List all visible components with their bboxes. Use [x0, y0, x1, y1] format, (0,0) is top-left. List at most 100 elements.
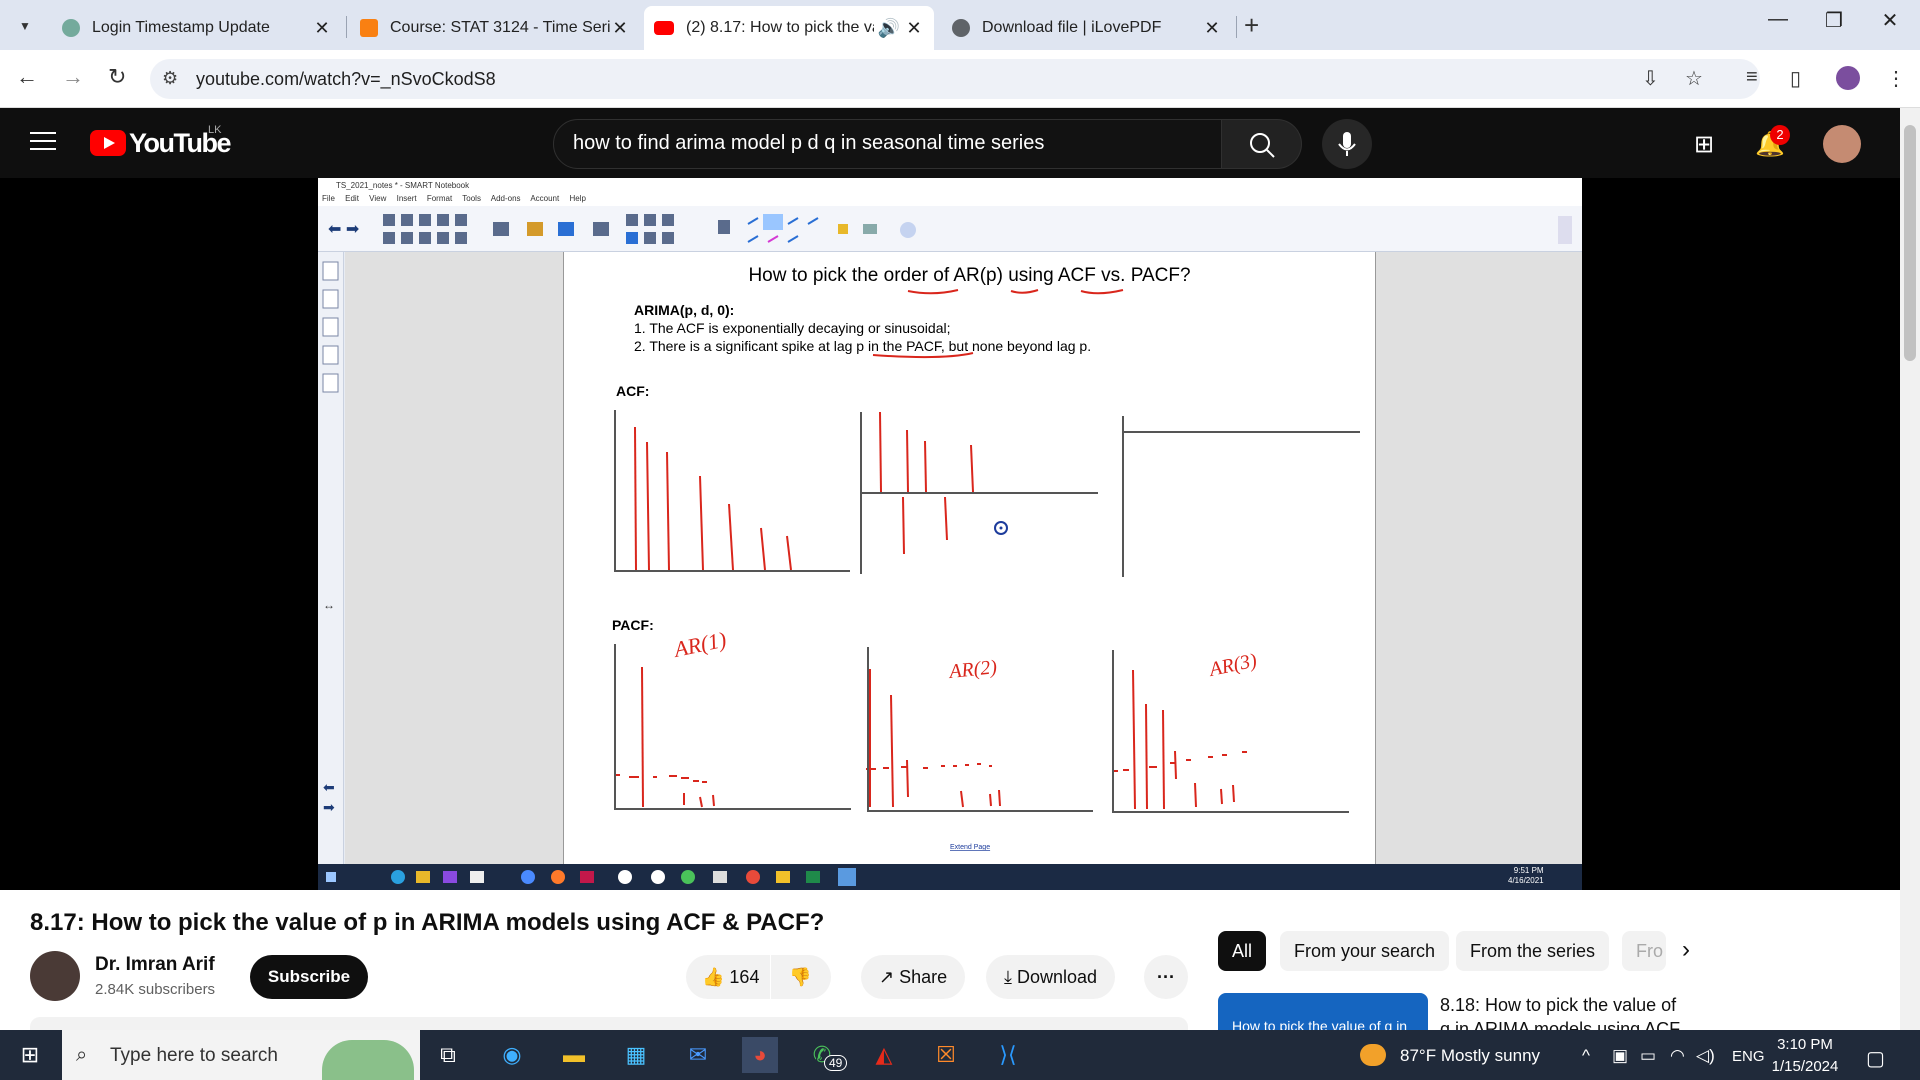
tab-course-stat[interactable]: Course: STAT 3124 - Time Series ✕ [350, 6, 640, 50]
notebook-canvas-margin-left [345, 252, 563, 864]
account-avatar[interactable] [1823, 125, 1861, 163]
download-label: Download [1016, 967, 1098, 987]
close-window-icon[interactable]: ✕ [1870, 8, 1910, 33]
notification-badge: 2 [1770, 125, 1790, 145]
like-button[interactable]: 👍 164 [686, 955, 770, 999]
inner-windows-taskbar [318, 864, 1582, 890]
microsoft-store-icon[interactable]: ▦ [618, 1037, 654, 1073]
media-control-icon[interactable]: ≡ [1746, 66, 1758, 89]
reload-icon[interactable]: ↻ [108, 64, 126, 90]
windows-start-icon[interactable]: ⊞ [12, 1037, 48, 1073]
restore-icon[interactable]: ❐ [1814, 8, 1854, 33]
thumbs-up-icon: 👍 [702, 967, 730, 987]
microphone-icon [1338, 132, 1356, 156]
site-info-icon[interactable]: ⚙ [162, 68, 178, 89]
task-view-icon[interactable]: ⧉ [430, 1037, 466, 1073]
notebook-menu: File Edit View Insert Format Tools Add-o… [318, 192, 1582, 206]
next-video-title[interactable]: 8.18: How to pick the value of q in ARIM… [1440, 993, 1690, 1033]
extend-page-link: Extend Page [950, 844, 990, 851]
language-indicator[interactable]: ENG [1732, 1048, 1765, 1065]
share-label: Share [899, 967, 948, 987]
create-video-icon[interactable]: ⊞ [1694, 130, 1714, 159]
profile-avatar[interactable] [1836, 66, 1860, 90]
close-tab-icon[interactable]: ✕ [610, 18, 630, 39]
channel-name[interactable]: Dr. Imran Arif [95, 954, 215, 976]
chrome-icon[interactable]: ◕ [742, 1037, 778, 1073]
side-panel-icon[interactable]: ▯ [1790, 66, 1801, 91]
xampp-icon[interactable]: ☒ [928, 1037, 964, 1073]
new-tab-icon[interactable]: + [1244, 10, 1259, 41]
meet-now-icon[interactable]: ▣ [1612, 1046, 1628, 1066]
inner-taskbar-icons [326, 868, 856, 886]
notebook-title: TS_2021_notes * - SMART Notebook [318, 178, 1582, 192]
clock-date: 1/15/2024 [1771, 1058, 1839, 1075]
guide-menu-icon[interactable] [30, 132, 56, 156]
side-tab-icons: ↔ ⬅ ➡ [322, 261, 339, 815]
subscribe-button[interactable]: Subscribe [250, 955, 368, 999]
ar2-label: AR(2) [946, 656, 998, 683]
menu-view: View [369, 194, 387, 203]
weather-icon[interactable] [1360, 1044, 1386, 1066]
chevron-right-icon[interactable]: › [1682, 936, 1690, 964]
ar1-label: AR(1) [670, 627, 729, 663]
description-box[interactable] [30, 1017, 1188, 1030]
youtube-logo-icon[interactable] [90, 130, 126, 156]
youtube-icon [654, 21, 674, 35]
close-tab-icon[interactable]: ✕ [904, 18, 924, 39]
chip-from-the-series[interactable]: From the series [1456, 931, 1610, 971]
globe-icon [952, 19, 970, 37]
weather-text[interactable]: 87°F Mostly sunny [1400, 1046, 1540, 1066]
forward-icon[interactable]: → [62, 64, 84, 90]
next-video-thumbnail[interactable]: How to pick the value of q in [1218, 993, 1428, 1033]
tab-ilovepdf[interactable]: Download file | iLovePDF ✕ [942, 6, 1232, 50]
tab-search-chevron-icon[interactable]: ▼ [12, 13, 38, 39]
acrobat-icon[interactable]: ◭ [866, 1037, 902, 1073]
close-tab-icon[interactable]: ✕ [1202, 18, 1222, 39]
tab-title: Login Timestamp Update [92, 19, 270, 36]
volume-icon[interactable]: ◁) [1696, 1046, 1715, 1066]
menu-addons: Add-ons [490, 194, 521, 203]
tab-title: (2) 8.17: How to pick the val [686, 19, 874, 36]
battery-icon[interactable]: ▭ [1640, 1046, 1656, 1066]
download-button[interactable]: ⤓ Download [986, 955, 1116, 999]
notebook-toolbar: ⬅ ➡ [318, 206, 1582, 252]
close-tab-icon[interactable]: ✕ [312, 18, 332, 39]
svg-text:⬅ ➡: ⬅ ➡ [328, 221, 359, 238]
vscode-icon[interactable]: ⟩⟨ [990, 1037, 1026, 1073]
install-app-icon[interactable]: ⇩ [1642, 66, 1659, 91]
notebook-side-tabs: ↔ ⬅ ➡ [318, 252, 344, 864]
search-icon: ⌕ [76, 1044, 88, 1066]
search-query[interactable]: how to find arima model p d q in seasona… [573, 132, 1044, 155]
chip-from-your-search[interactable]: From your search [1280, 931, 1450, 971]
search-button[interactable] [1222, 119, 1302, 169]
voice-search-button[interactable] [1322, 119, 1372, 169]
dislike-button[interactable]: 👎 [771, 955, 831, 999]
system-clock[interactable]: 3:10 PM 1/15/2024 [1770, 1034, 1840, 1078]
menu-insert: Insert [396, 194, 417, 203]
mail-icon[interactable]: ✉ [680, 1037, 716, 1073]
moodle-icon [360, 19, 378, 37]
chip-all[interactable]: All [1218, 931, 1267, 971]
chrome-menu-icon[interactable]: ⋮ [1886, 66, 1906, 91]
chip-partial[interactable]: Fro [1622, 931, 1666, 971]
tray-chevron-icon[interactable]: ^ [1582, 1046, 1590, 1066]
notification-center-icon[interactable]: ▢ [1866, 1046, 1885, 1071]
file-explorer-icon[interactable]: ▬ [556, 1037, 592, 1073]
scrollbar-thumb[interactable] [1904, 125, 1916, 361]
share-button[interactable]: ↗ Share [861, 955, 966, 999]
channel-avatar[interactable] [30, 951, 80, 1001]
tab-login-timestamp[interactable]: Login Timestamp Update ✕ [52, 6, 342, 50]
back-icon[interactable]: ← [16, 64, 38, 90]
share-icon: ↗ [879, 967, 900, 987]
whatsapp-badge: 49 [824, 1055, 848, 1071]
speaker-icon[interactable]: 🔊 [874, 18, 904, 39]
video-title: 8.17: How to pick the value of p in ARIM… [30, 909, 825, 936]
download-icon: ⤓ [1004, 967, 1017, 987]
minimize-icon[interactable]: — [1758, 8, 1798, 31]
svg-text:⬅: ⬅ [323, 779, 335, 795]
tab-youtube-video[interactable]: (2) 8.17: How to pick the val 🔊 ✕ [644, 6, 934, 50]
edge-icon[interactable]: ◉ [494, 1037, 530, 1073]
more-actions-button[interactable]: ··· [1144, 955, 1188, 999]
wifi-icon[interactable]: ◠ [1670, 1046, 1685, 1066]
bookmark-star-icon[interactable]: ☆ [1685, 66, 1703, 91]
